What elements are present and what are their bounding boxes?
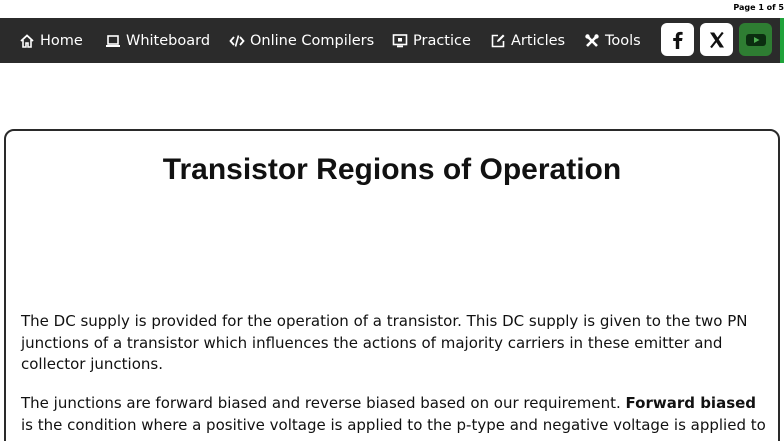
para2-start: The junctions are forward biased and rev… bbox=[21, 394, 621, 412]
x-button[interactable] bbox=[700, 23, 733, 56]
nav-home-label: Home bbox=[40, 32, 83, 49]
page-indicator: Page 1 of 5 bbox=[733, 3, 784, 12]
nav-online-compilers[interactable]: Online Compilers bbox=[229, 18, 374, 63]
laptop-icon bbox=[105, 33, 121, 49]
para2-end: is the condition where a positive voltag… bbox=[21, 415, 766, 434]
nav-articles[interactable]: Articles bbox=[490, 18, 565, 63]
accent-edge bbox=[780, 18, 784, 63]
nav-tools-label: Tools bbox=[605, 32, 641, 49]
x-icon bbox=[709, 31, 724, 48]
home-icon bbox=[19, 33, 35, 49]
facebook-icon bbox=[672, 31, 683, 49]
para2-bold-term: Forward biased bbox=[625, 394, 757, 412]
facebook-button[interactable] bbox=[661, 23, 694, 56]
nav-online-compilers-label: Online Compilers bbox=[250, 32, 375, 49]
nav-whiteboard-label: Whiteboard bbox=[126, 32, 211, 49]
nav-practice-label: Practice bbox=[413, 32, 471, 49]
nav-practice[interactable]: Practice bbox=[392, 18, 471, 63]
nav-home[interactable]: Home bbox=[19, 18, 83, 63]
edit-icon bbox=[490, 33, 506, 49]
top-navbar: Home Whiteboard Online Compilers Practic… bbox=[0, 18, 784, 63]
nav-articles-label: Articles bbox=[511, 32, 566, 49]
nav-whiteboard[interactable]: Whiteboard bbox=[105, 18, 210, 63]
tools-icon bbox=[584, 33, 600, 49]
article-card: Transistor Regions of Operation The DC s… bbox=[4, 129, 780, 441]
article-paragraph-2: The junctions are forward biased and rev… bbox=[21, 393, 766, 436]
article-title: Transistor Regions of Operation bbox=[162, 153, 622, 186]
youtube-icon bbox=[745, 33, 766, 46]
youtube-button[interactable] bbox=[739, 23, 772, 56]
nav-tools[interactable]: Tools bbox=[584, 18, 641, 63]
code-icon bbox=[229, 33, 245, 49]
article-paragraph-1: The DC supply is provided for the operat… bbox=[21, 312, 748, 373]
monitor-icon bbox=[392, 33, 408, 49]
